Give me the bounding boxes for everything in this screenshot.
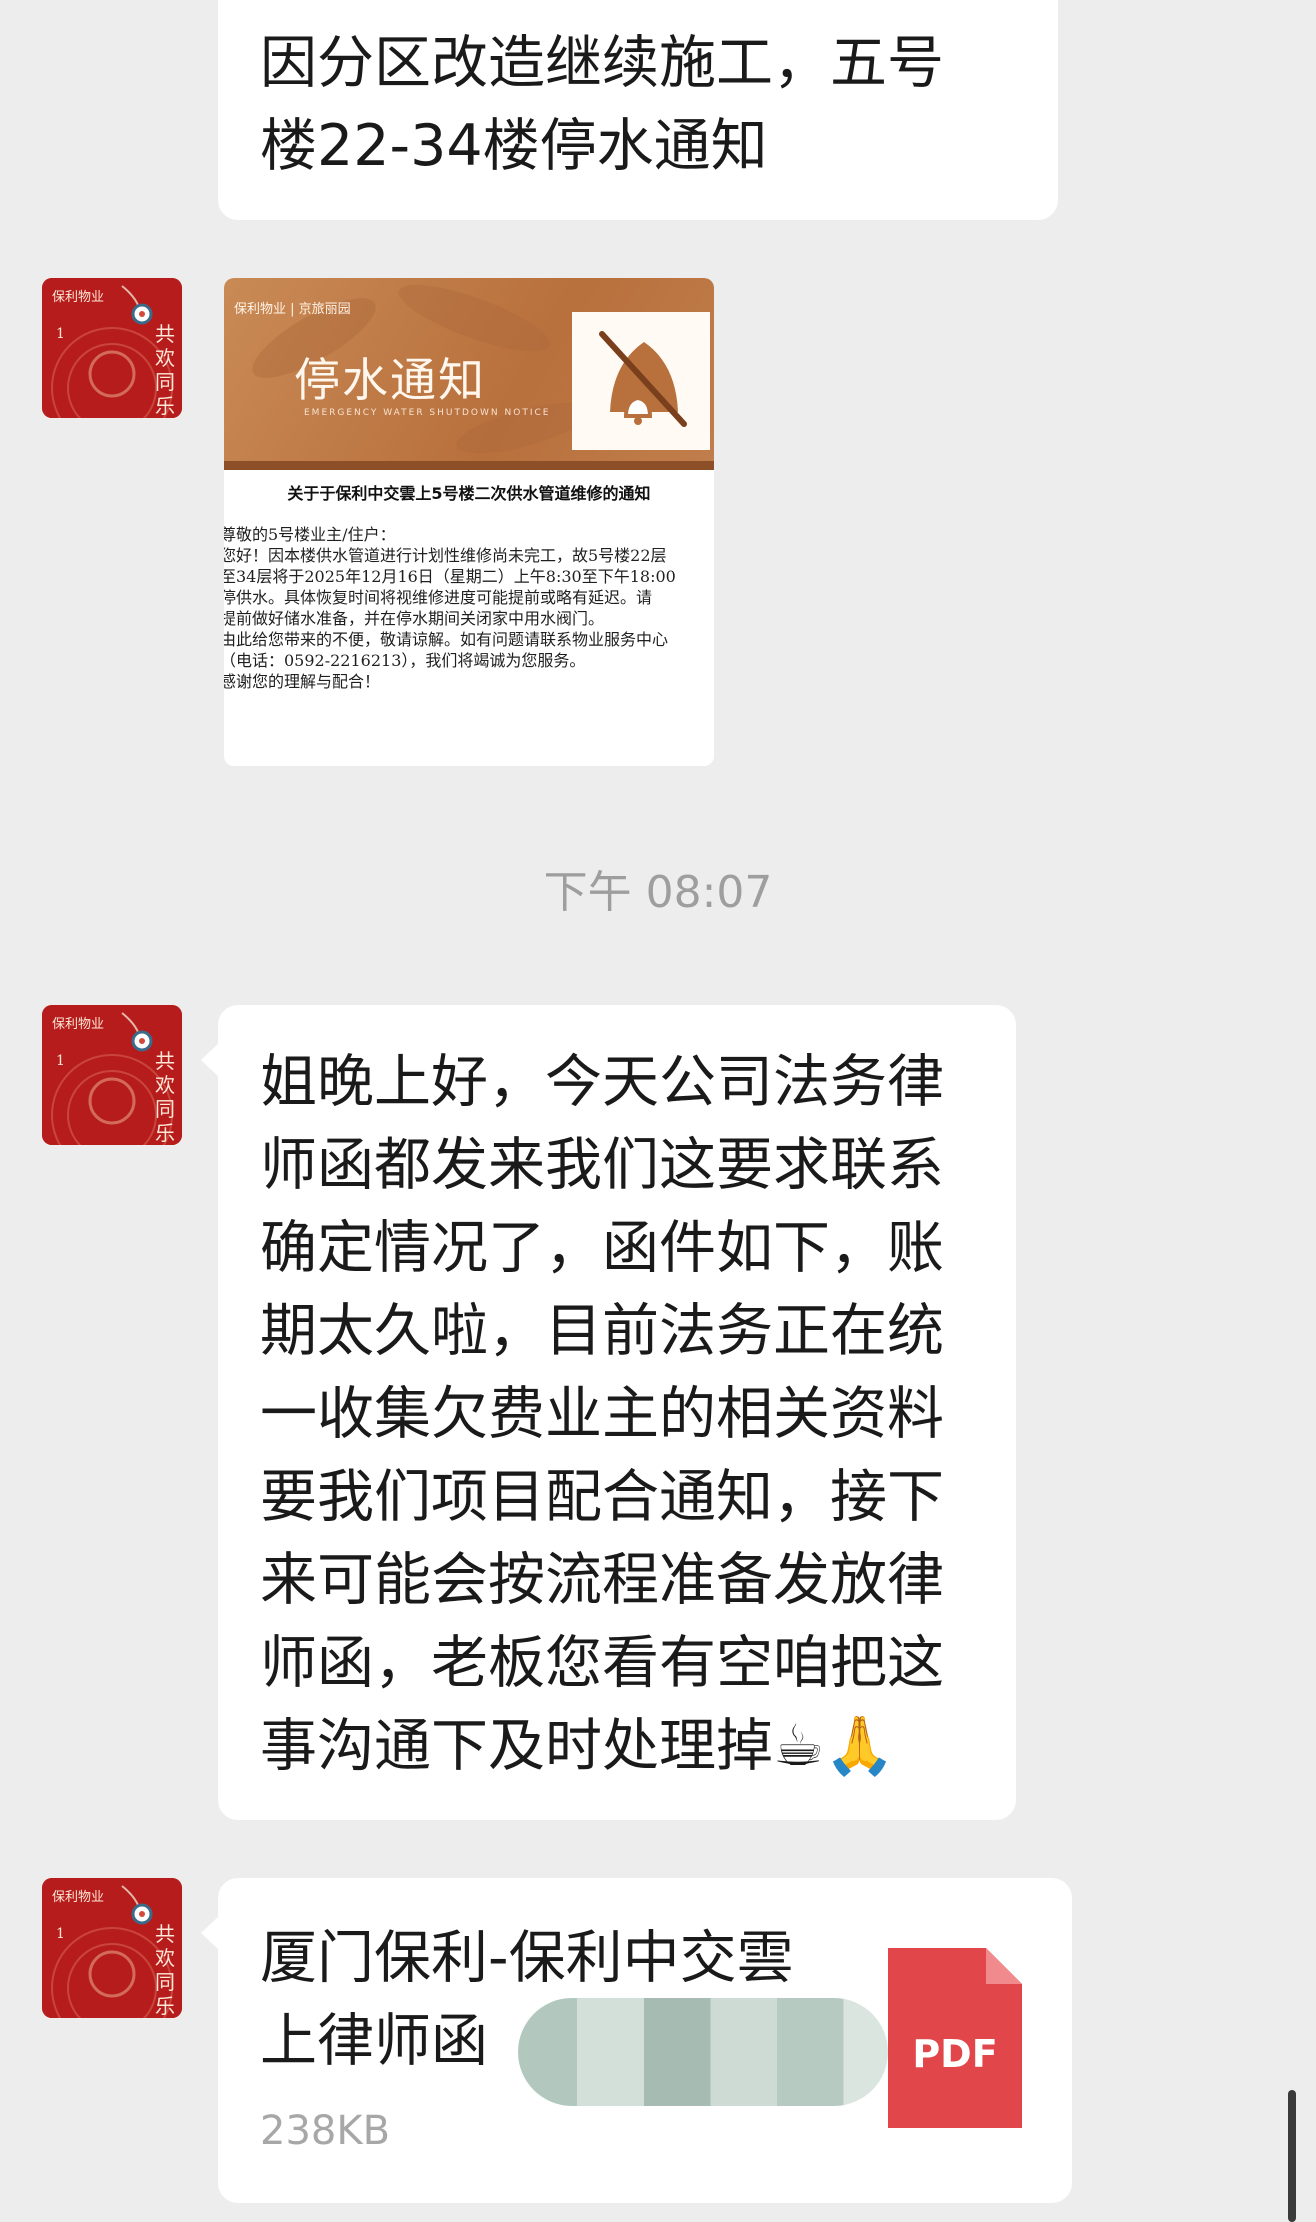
notice-line: 尊敬的5号楼业主/住户： xyxy=(224,525,396,544)
notice-stripe xyxy=(224,461,714,470)
notice-brand: 保利物业 | 京旅丽园 xyxy=(234,302,351,317)
notice-line: （电话：0592-2216213），我们将竭诚为您服务。 xyxy=(224,651,586,670)
notice-line: 感谢您的理解与配合！ xyxy=(224,672,381,691)
file-size: 238KB xyxy=(260,2108,391,2154)
avatar-label: 共欢同乐 xyxy=(155,1049,175,1145)
message-timestamp: 下午 08:07 xyxy=(543,867,773,918)
notice-heading: 关于于保利中交雲上5号楼二次供水管道维修的通知 xyxy=(287,484,651,503)
svg-text:1: 1 xyxy=(56,1926,65,1942)
avatar[interactable]: 1 保利物业 共欢同乐 xyxy=(42,278,182,418)
message-bubble-water-notice-text[interactable]: 因分区改造继续施工，五号 楼22-34楼停水通知 xyxy=(218,0,1058,220)
bubble-tail xyxy=(201,1043,219,1077)
notice-line: 提前做好储水准备，并在停水期间关闭家中用水阀门。 xyxy=(224,609,605,628)
bubble-tail xyxy=(201,1916,219,1950)
redaction-mask xyxy=(518,1998,888,2106)
notice-line: 您好！因本楼供水管道进行计划性维修尚未完工，故5号楼22层 xyxy=(224,546,667,565)
message-image-water-notice[interactable]: 保利物业 | 京旅丽园 停水通知 EMERGENCY WATER SHUTDOW… xyxy=(224,278,714,766)
message-text: 因分区改造继续施工，五号 楼22-34楼停水通知 xyxy=(260,30,944,179)
avatar[interactable]: 1 保利物业 共欢同乐 xyxy=(42,1878,182,2018)
avatar-label: 共欢同乐 xyxy=(155,322,175,418)
notice-line: 至34层将于2025年12月16日（星期二）上午8:30至下午18:00 xyxy=(224,567,676,586)
pdf-label: PDF xyxy=(912,2032,998,2076)
notice-subtitle: EMERGENCY WATER SHUTDOWN NOTICE xyxy=(304,408,551,418)
svg-text:1: 1 xyxy=(56,1053,65,1069)
message-file-pdf[interactable]: 厦门保利-保利中交雲 上律师函 238KB PDF xyxy=(201,1878,1072,2203)
pdf-file-icon: PDF xyxy=(888,1948,1022,2128)
notice-line: 由此给您带来的不便，敬请谅解。如有问题请联系物业服务中心 xyxy=(224,630,669,649)
notice-body: 尊敬的5号楼业主/住户： 您好！因本楼供水管道进行计划性维修尚未完工，故5号楼2… xyxy=(224,524,710,692)
message-text: 姐晚上好，今天公司法务律 师函都发来我们这要求联系 确定情况了，函件如下，账 期… xyxy=(260,1049,944,1779)
avatar[interactable]: 1 保利物业 共欢同乐 xyxy=(42,1005,182,1145)
notice-line: 停供水。具体恢复时间将视维修进度可能提前或略有延迟。请 xyxy=(224,588,653,607)
avatar-label: 共欢同乐 xyxy=(155,1922,175,2018)
avatar-logo: 保利物业 xyxy=(52,1890,105,1905)
no-water-drop-bell-icon xyxy=(572,312,710,450)
svg-text:1: 1 xyxy=(56,326,65,342)
scrollbar[interactable] xyxy=(1288,2090,1296,2222)
notice-title: 停水通知 xyxy=(294,353,486,407)
message-bubble-legal-letter-text[interactable]: 姐晚上好，今天公司法务律 师函都发来我们这要求联系 确定情况了，函件如下，账 期… xyxy=(201,1005,1016,1820)
avatar-logo: 保利物业 xyxy=(52,290,105,305)
avatar-logo: 保利物业 xyxy=(52,1017,105,1032)
